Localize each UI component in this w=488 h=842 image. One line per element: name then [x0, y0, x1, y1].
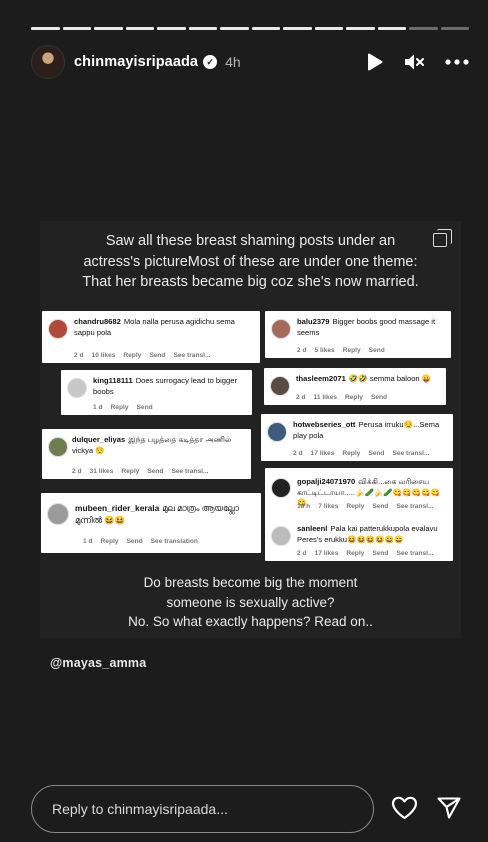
verified-badge-icon: ✓ [203, 55, 218, 69]
send-icon[interactable] [437, 797, 461, 824]
progress-segment [377, 27, 406, 30]
progress-segment [62, 27, 91, 30]
avatar[interactable] [31, 45, 65, 79]
progress-segment [283, 27, 312, 30]
comment-card: dulquer_eliyas இந்த பழத்தை கடித்தா அணில் … [42, 429, 251, 479]
progress-segment [188, 27, 217, 30]
question-text: Do breasts become big the moment someone… [128, 575, 373, 629]
play-icon[interactable] [367, 53, 383, 71]
progress-segment [220, 27, 249, 30]
comment-card: thasleem2071 🤣🤣 semma baloon 😛 2 d 11 like… [264, 368, 446, 405]
progress-segment [314, 27, 343, 30]
heart-icon[interactable] [391, 796, 418, 825]
story-header: chinmayisripaada ✓ 4h [31, 44, 469, 80]
comment-card: gopalji24071970 விக்கி...கை வரிசைய காட்டி… [265, 468, 453, 561]
story-image: Saw all these breast shaming posts under… [40, 221, 461, 638]
story-progress [31, 27, 469, 30]
progress-segment [157, 27, 186, 30]
mention-sticker[interactable]: @mayas_amma [50, 656, 146, 670]
mute-icon[interactable] [404, 53, 424, 71]
comment-card: balu2379 Bigger boobs good massage it see… [265, 311, 451, 358]
reply-input[interactable] [52, 786, 352, 832]
comment-card: mubeen_rider_kerala മുല മാത്രം ആയല്ലോ മുന… [41, 493, 261, 553]
progress-segment [31, 27, 60, 30]
comment-card: hotwebseries_ott Perusa irruku😏...Sema pl… [261, 414, 453, 461]
comment-card: king118111 Does surrogacy lead to bigger … [61, 370, 252, 415]
progress-segment [94, 27, 123, 30]
progress-segment [251, 27, 280, 30]
progress-segment [125, 27, 154, 30]
progress-segment [346, 27, 375, 30]
username[interactable]: chinmayisripaada [74, 54, 198, 70]
reply-bar [31, 785, 374, 833]
comment-card: chandru8682 Mola nalla perusa agidichu se… [42, 311, 260, 363]
more-icon[interactable] [445, 59, 469, 65]
post-time: 4h [225, 54, 241, 70]
progress-segment [409, 27, 438, 30]
headline-text: Saw all these breast shaming posts under… [82, 233, 419, 290]
progress-segment [440, 27, 469, 30]
